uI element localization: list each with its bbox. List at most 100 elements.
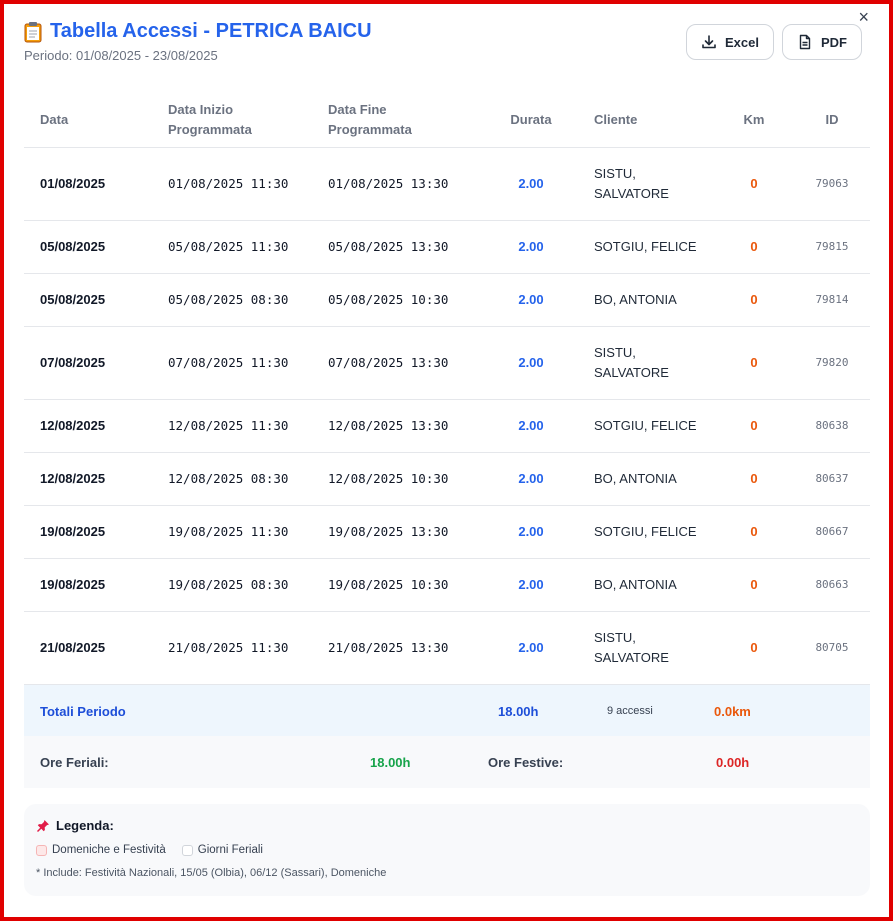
totals-km: 0.0km bbox=[714, 704, 751, 719]
legend-note: * Include: Festività Nazionali, 15/05 (O… bbox=[36, 867, 387, 879]
legend-items: Domeniche e Festività Giorni Feriali bbox=[36, 844, 858, 856]
totals-label: Totali Periodo bbox=[40, 704, 126, 719]
cell-end: 12/08/2025 10:30 bbox=[328, 452, 478, 506]
hours-breakdown-row: Ore Feriali: 18.00h Ore Festive: 0.00h bbox=[24, 736, 870, 788]
cell-id: 79814 bbox=[794, 273, 870, 327]
holiday-hours-value: 0.00h bbox=[716, 755, 750, 770]
cell-start: 19/08/2025 11:30 bbox=[168, 505, 328, 559]
table-row[interactable]: 07/08/2025 07/08/2025 11:30 07/08/2025 1… bbox=[24, 326, 870, 400]
column-header-id[interactable]: ID bbox=[794, 94, 870, 148]
cell-duration: 2.00 bbox=[478, 452, 584, 506]
cell-km: 0 bbox=[714, 326, 794, 400]
cell-duration: 2.00 bbox=[478, 147, 584, 221]
cell-client: SISTU, SALVATORE bbox=[584, 147, 714, 221]
client-line2: SALVATORE bbox=[594, 649, 669, 665]
cell-id: 80663 bbox=[794, 558, 870, 612]
pushpin-icon bbox=[37, 819, 49, 832]
cell-client: BO, ANTONIA bbox=[584, 558, 714, 612]
clipboard-icon bbox=[24, 21, 42, 42]
cell-start: 01/08/2025 11:30 bbox=[168, 147, 328, 221]
cell-client: BO, ANTONIA bbox=[584, 452, 714, 506]
legend-item-weekday: Giorni Feriali bbox=[181, 844, 263, 856]
weekday-swatch bbox=[181, 844, 193, 856]
cell-end: 19/08/2025 13:30 bbox=[328, 505, 478, 559]
table-row[interactable]: 19/08/2025 19/08/2025 08:30 19/08/2025 1… bbox=[24, 558, 870, 612]
weekday-hours-value: 18.00h bbox=[370, 755, 411, 770]
column-header-client[interactable]: Cliente bbox=[584, 94, 714, 148]
table-row[interactable]: 12/08/2025 12/08/2025 11:30 12/08/2025 1… bbox=[24, 399, 870, 453]
cell-id: 80637 bbox=[794, 452, 870, 506]
column-header-end-line2: Programmata bbox=[328, 122, 412, 138]
cell-start: 05/08/2025 11:30 bbox=[168, 220, 328, 274]
cell-start: 12/08/2025 08:30 bbox=[168, 452, 328, 506]
column-header-start-line2: Programmata bbox=[168, 122, 252, 138]
period-subtitle: Periodo: 01/08/2025 - 23/08/2025 bbox=[24, 48, 218, 63]
cell-km: 0 bbox=[714, 558, 794, 612]
cell-start: 19/08/2025 08:30 bbox=[168, 558, 328, 612]
client-line1: SISTU, bbox=[594, 629, 636, 645]
cell-duration: 2.00 bbox=[478, 326, 584, 400]
cell-km: 0 bbox=[714, 273, 794, 327]
table-row[interactable]: 21/08/2025 21/08/2025 11:30 21/08/2025 1… bbox=[24, 611, 870, 685]
cell-km: 0 bbox=[714, 220, 794, 274]
cell-client: SISTU, SALVATORE bbox=[584, 611, 714, 685]
cell-end: 21/08/2025 13:30 bbox=[328, 611, 478, 685]
cell-end: 01/08/2025 13:30 bbox=[328, 147, 478, 221]
cell-start: 07/08/2025 11:30 bbox=[168, 326, 328, 400]
column-header-start-line1: Data Inizio bbox=[168, 102, 234, 118]
column-header-end[interactable]: Data Fine Programmata bbox=[328, 94, 478, 148]
column-header-date[interactable]: Data bbox=[24, 94, 168, 148]
client-line2: SALVATORE bbox=[594, 364, 669, 380]
cell-km: 0 bbox=[714, 399, 794, 453]
cell-id: 80638 bbox=[794, 399, 870, 453]
cell-date: 01/08/2025 bbox=[24, 147, 168, 221]
cell-km: 0 bbox=[714, 505, 794, 559]
pdf-export-button[interactable]: PDF bbox=[782, 24, 862, 60]
holiday-hours-label: Ore Festive: bbox=[488, 755, 564, 770]
cell-client: SOTGIU, FELICE bbox=[584, 220, 714, 274]
document-icon bbox=[799, 34, 811, 50]
cell-start: 12/08/2025 11:30 bbox=[168, 399, 328, 453]
table-row[interactable]: 19/08/2025 19/08/2025 11:30 19/08/2025 1… bbox=[24, 505, 870, 559]
column-header-km[interactable]: Km bbox=[714, 94, 794, 148]
excel-export-button[interactable]: Excel bbox=[686, 24, 774, 60]
column-header-start[interactable]: Data Inizio Programmata bbox=[168, 94, 328, 148]
cell-date: 05/08/2025 bbox=[24, 220, 168, 274]
cell-km: 0 bbox=[714, 452, 794, 506]
table-header-row: Data Data Inizio Programmata Data Fine P… bbox=[24, 94, 870, 148]
table-row[interactable]: 05/08/2025 05/08/2025 08:30 05/08/2025 1… bbox=[24, 273, 870, 327]
legend-panel: Legenda: Domeniche e Festività Giorni Fe… bbox=[24, 804, 870, 896]
table-row[interactable]: 05/08/2025 05/08/2025 11:30 05/08/2025 1… bbox=[24, 220, 870, 274]
cell-id: 79063 bbox=[794, 147, 870, 221]
cell-end: 19/08/2025 10:30 bbox=[328, 558, 478, 612]
cell-date: 05/08/2025 bbox=[24, 273, 168, 327]
client-line2: SALVATORE bbox=[594, 185, 669, 201]
cell-start: 21/08/2025 11:30 bbox=[168, 611, 328, 685]
access-table: Data Data Inizio Programmata Data Fine P… bbox=[24, 94, 870, 685]
legend-item-festive: Domeniche e Festività bbox=[36, 844, 166, 856]
cell-duration: 2.00 bbox=[478, 399, 584, 453]
table-row[interactable]: 12/08/2025 12/08/2025 08:30 12/08/2025 1… bbox=[24, 452, 870, 506]
column-header-duration[interactable]: Durata bbox=[478, 94, 584, 148]
cell-date: 12/08/2025 bbox=[24, 399, 168, 453]
cell-id: 80667 bbox=[794, 505, 870, 559]
cell-end: 12/08/2025 13:30 bbox=[328, 399, 478, 453]
cell-duration: 2.00 bbox=[478, 273, 584, 327]
table-row[interactable]: 01/08/2025 01/08/2025 11:30 01/08/2025 1… bbox=[24, 147, 870, 221]
totals-hours: 18.00h bbox=[498, 704, 539, 719]
cell-date: 07/08/2025 bbox=[24, 326, 168, 400]
client-line1: SISTU, bbox=[594, 344, 636, 360]
cell-duration: 2.00 bbox=[478, 611, 584, 685]
cell-id: 80705 bbox=[794, 611, 870, 685]
page-title: Tabella Accessi - PETRICA BAICU bbox=[24, 20, 372, 43]
cell-end: 07/08/2025 13:30 bbox=[328, 326, 478, 400]
period-totals-row: Totali Periodo 18.00h 9 accessi 0.0km bbox=[24, 684, 870, 736]
festive-swatch bbox=[36, 844, 47, 856]
cell-date: 19/08/2025 bbox=[24, 558, 168, 612]
header: Tabella Accessi - PETRICA BAICU Periodo:… bbox=[24, 20, 372, 63]
export-actions: Excel PDF bbox=[686, 24, 862, 60]
cell-date: 21/08/2025 bbox=[24, 611, 168, 685]
cell-km: 0 bbox=[714, 147, 794, 221]
cell-duration: 2.00 bbox=[478, 558, 584, 612]
legend-title: Legenda: bbox=[56, 818, 114, 833]
